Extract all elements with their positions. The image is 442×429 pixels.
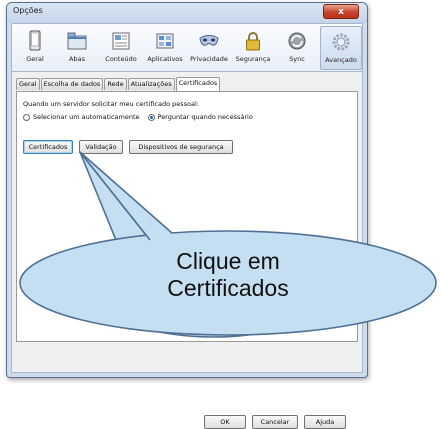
ok-button[interactable]: OK xyxy=(204,415,246,429)
callout-line-1: Clique em xyxy=(176,248,280,274)
cancel-button[interactable]: Cancelar xyxy=(252,415,298,429)
help-button[interactable]: Ajuda xyxy=(304,415,346,429)
callout-bubble xyxy=(19,151,437,338)
callout-text: Clique em Certificados xyxy=(118,248,338,302)
callout-line-2: Certificados xyxy=(167,275,289,301)
